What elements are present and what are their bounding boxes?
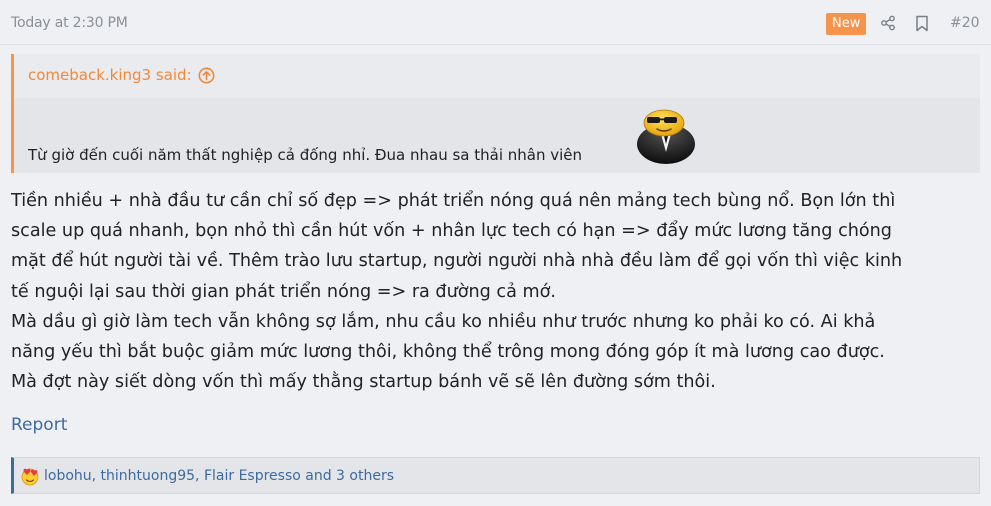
quote-block: comeback.king3 said: Từ giờ đến cuối năm… <box>11 54 980 173</box>
report-link[interactable]: Report <box>11 415 67 435</box>
quote-author-label: comeback.king3 said: <box>28 66 192 84</box>
post-number-link[interactable]: #20 <box>950 15 980 31</box>
post-body-line: Mà đợt này siết dòng vốn thì mấy thằng s… <box>11 372 716 393</box>
reactions-bar: lobohu, thinhtuong95, Flair Espresso and… <box>11 457 980 494</box>
post-header: Today at 2:30 PM New #20 <box>0 0 991 45</box>
post-body-line: mặt để hút người tài về. Thêm trào lưu s… <box>11 251 903 272</box>
bookmark-icon[interactable] <box>913 13 931 33</box>
post-body-line: scale up quá nhanh, bọn nhỏ thì cần hút … <box>11 221 892 242</box>
post-body-line: năng yếu thì bắt buộc giảm mức lương thô… <box>11 342 885 363</box>
love-reaction-icon[interactable] <box>20 466 40 486</box>
post-body: Tiền nhiều + nhà đầu tư cần chỉ số đẹp =… <box>11 186 979 397</box>
post-body-line: tế nguội lại sau thời gian phát triển nó… <box>11 281 556 302</box>
arrow-up-circle-icon[interactable] <box>198 67 215 84</box>
post-body-line: Tiền nhiều + nhà đầu tư cần chỉ số đẹp =… <box>11 191 896 211</box>
post-timestamp[interactable]: Today at 2:30 PM <box>11 15 128 31</box>
share-icon[interactable] <box>879 13 897 33</box>
reaction-users-link[interactable]: lobohu, thinhtuong95, Flair Espresso and… <box>44 468 394 484</box>
new-badge: New <box>826 13 867 35</box>
quote-author-link[interactable]: comeback.king3 said: <box>28 66 215 84</box>
cool-smiley-icon <box>637 109 695 164</box>
quote-text: Từ giờ đến cuối năm thất nghiệp cả đống … <box>28 146 583 164</box>
post-body-line: Mà dầu gì giờ làm tech vẫn không sợ lắm,… <box>11 311 876 332</box>
